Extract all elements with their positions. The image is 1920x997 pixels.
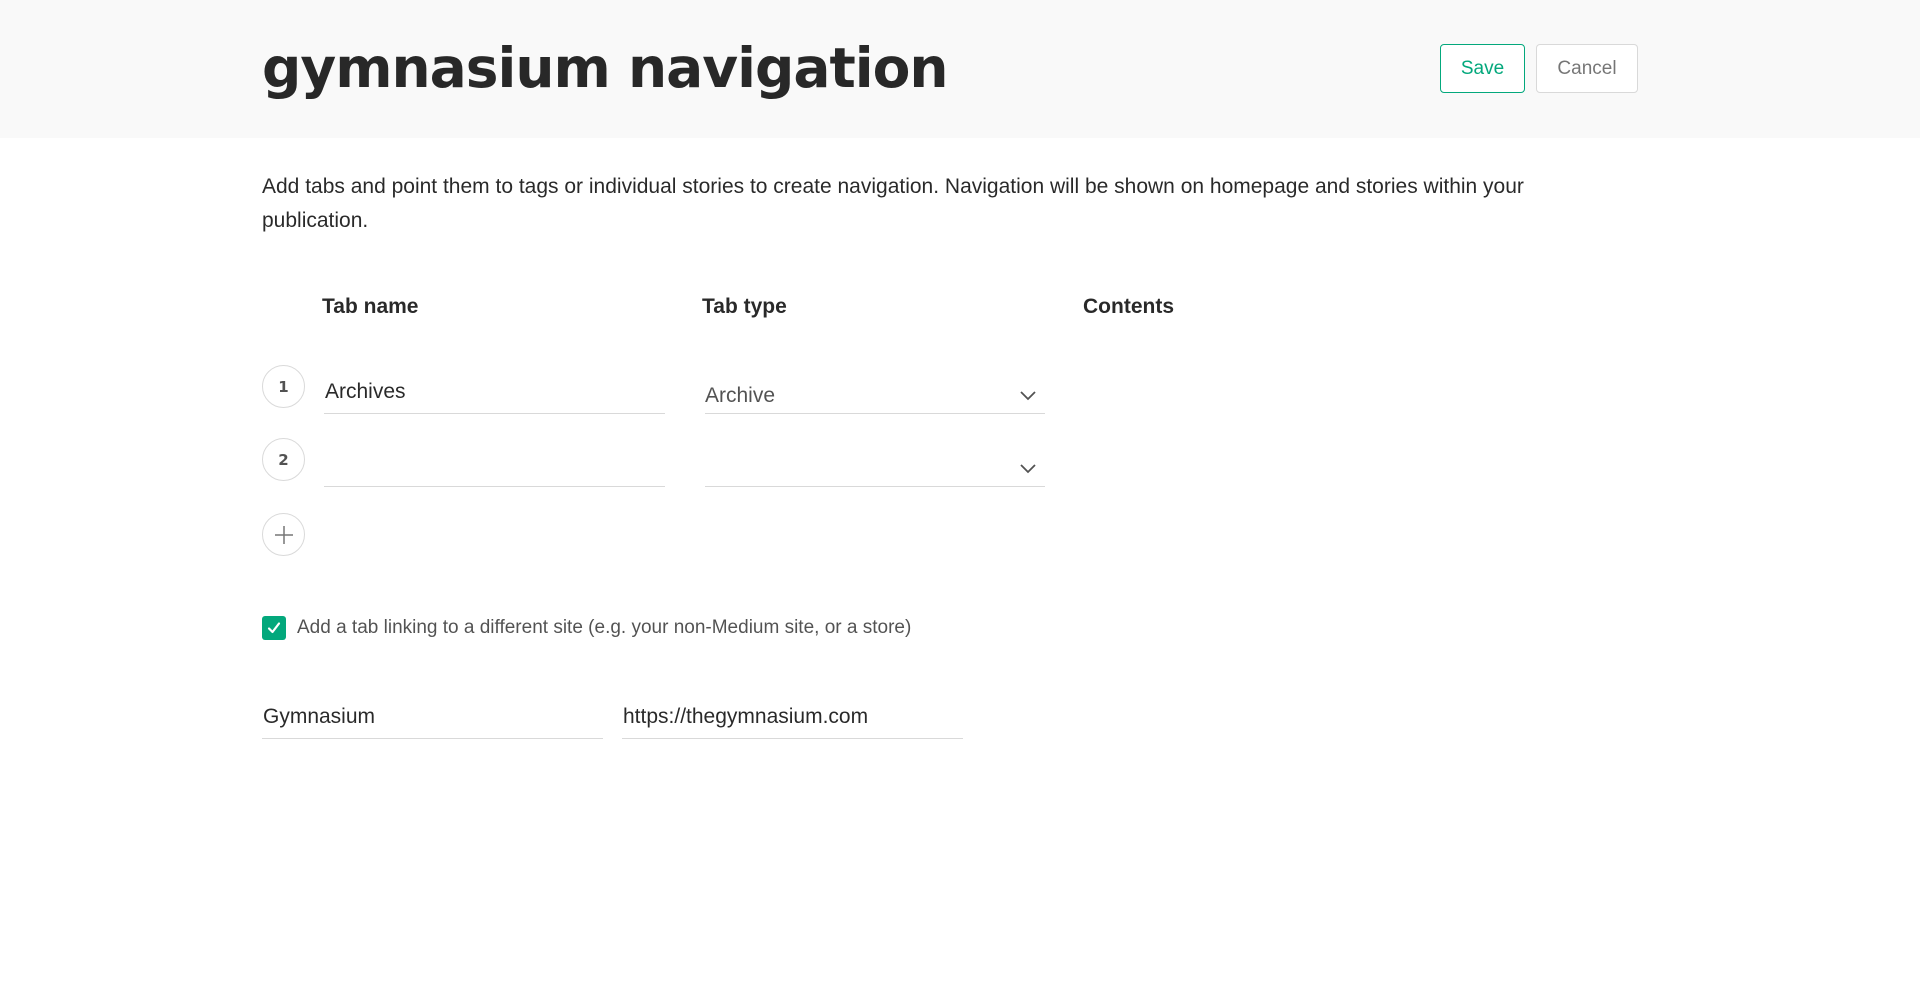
- tab-number-badge: 2: [262, 438, 305, 481]
- tab-type-select[interactable]: Archive: [705, 370, 1045, 414]
- external-link-checkbox[interactable]: [262, 616, 286, 640]
- external-link-url-input[interactable]: [622, 695, 963, 739]
- page-header: gymnasium navigation Save Cancel: [0, 0, 1920, 138]
- external-link-label[interactable]: Add a tab linking to a different site (e…: [297, 617, 911, 639]
- plus-icon: [274, 525, 293, 544]
- tab-name-input[interactable]: [324, 370, 665, 414]
- chevron-down-icon: [1020, 464, 1036, 474]
- cancel-button[interactable]: Cancel: [1536, 44, 1638, 93]
- chevron-down-icon: [1020, 391, 1036, 401]
- tab-number-badge: 1: [262, 365, 305, 408]
- tab-type-value: Archive: [705, 384, 776, 407]
- add-tab-button[interactable]: [262, 513, 305, 556]
- tab-type-select[interactable]: [705, 443, 1045, 487]
- column-header-tab-type: Tab type: [702, 295, 787, 318]
- save-button[interactable]: Save: [1440, 44, 1525, 93]
- external-link-name-input[interactable]: [262, 695, 603, 739]
- page-description: Add tabs and point them to tags or indiv…: [262, 175, 1524, 232]
- column-header-contents: Contents: [1083, 295, 1174, 318]
- column-header-tab-name: Tab name: [322, 295, 419, 318]
- page-title: gymnasium navigation: [262, 36, 949, 100]
- tab-name-input[interactable]: [324, 443, 665, 487]
- check-icon: [267, 622, 281, 634]
